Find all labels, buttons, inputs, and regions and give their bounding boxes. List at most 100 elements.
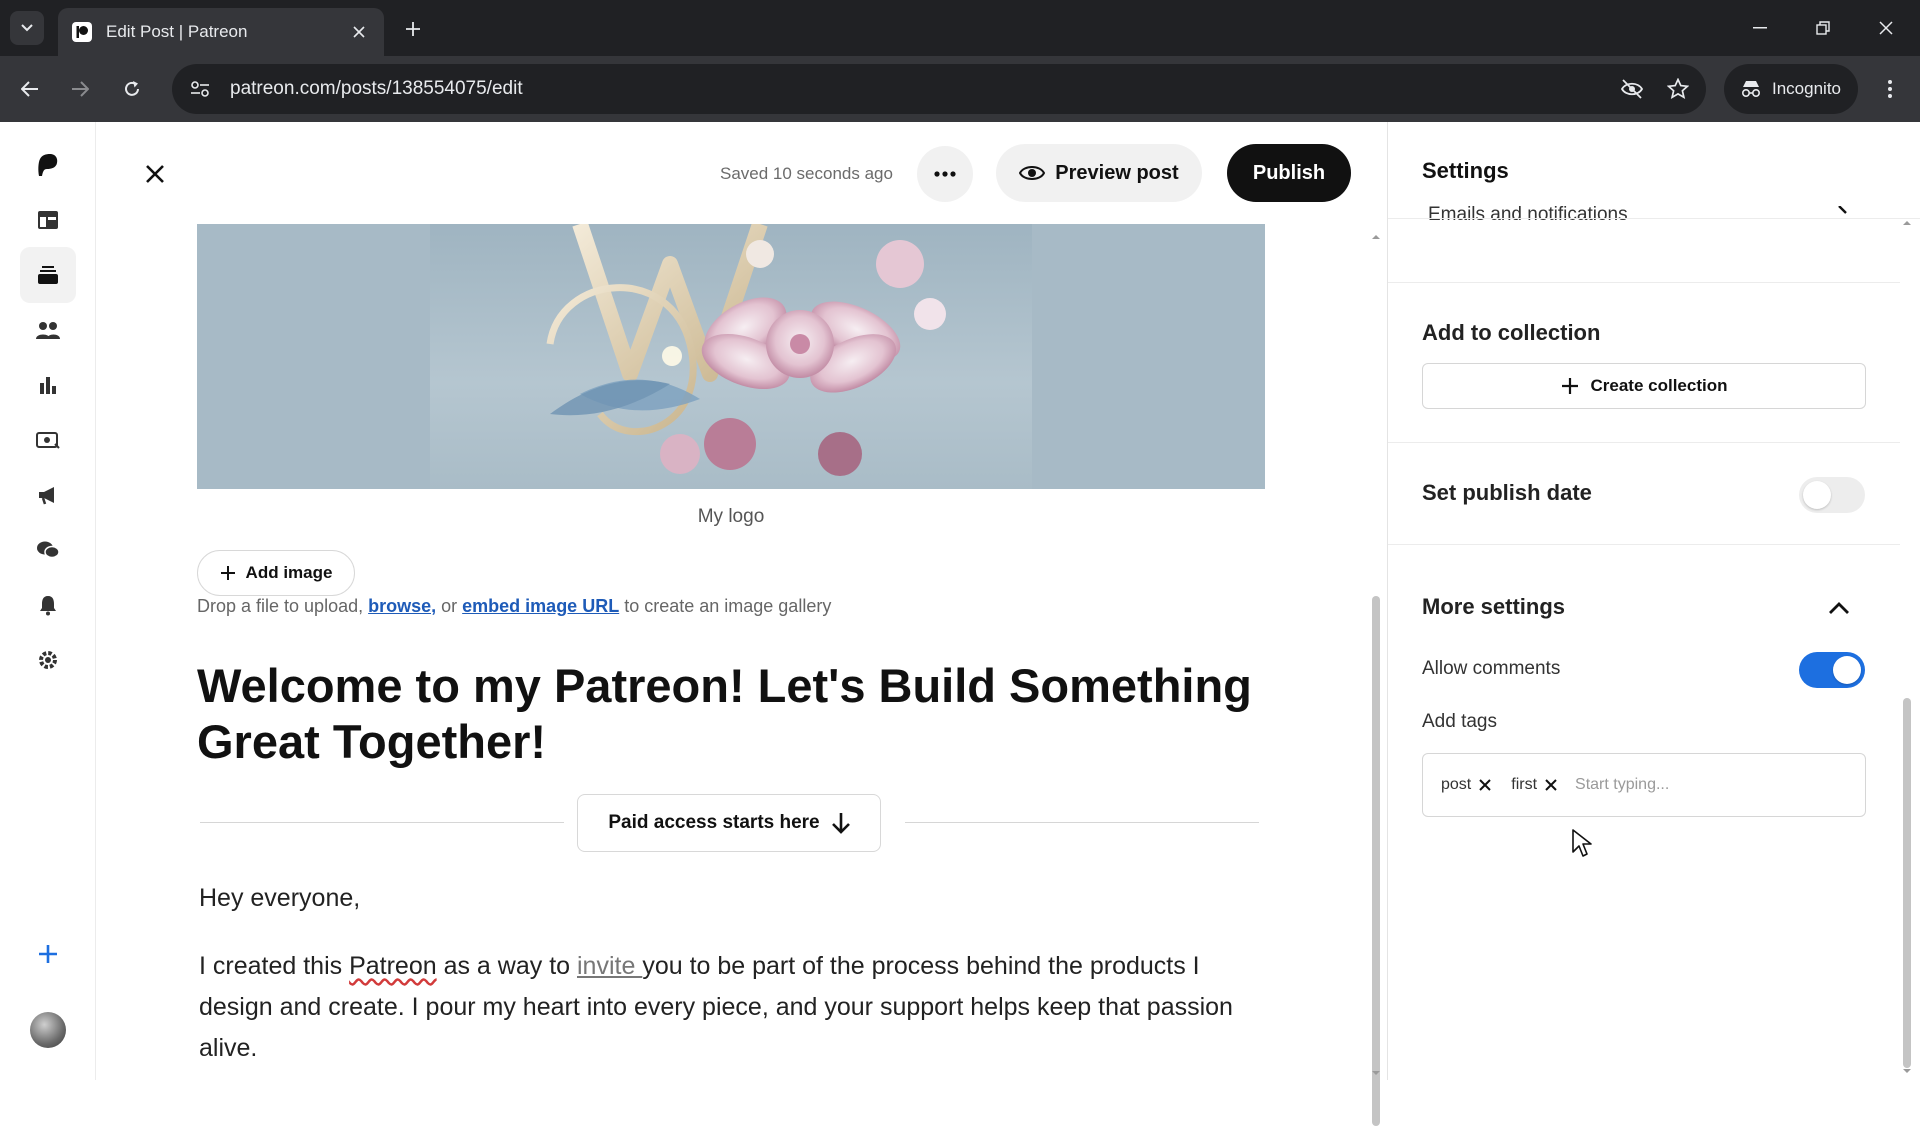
allow-comments-label: Allow comments bbox=[1422, 658, 1561, 679]
forward-button[interactable] bbox=[62, 71, 98, 107]
patreon-favicon-icon bbox=[72, 22, 92, 42]
toggle-knob bbox=[1833, 656, 1861, 684]
insights-icon[interactable] bbox=[20, 357, 76, 413]
add-to-collection-heading: Add to collection bbox=[1422, 320, 1601, 345]
post-body-paragraph[interactable]: I created this Patreon as a way to invit… bbox=[199, 946, 1269, 1069]
publish-button[interactable]: Publish bbox=[1227, 144, 1351, 202]
paid-access-marker[interactable]: Paid access starts here bbox=[577, 794, 881, 852]
editor-scrollbar[interactable] bbox=[1369, 232, 1383, 1126]
create-collection-label: Create collection bbox=[1590, 376, 1728, 395]
add-image-label: Add image bbox=[245, 563, 333, 582]
editor-scroll-thumb[interactable] bbox=[1372, 596, 1380, 1126]
tab-close-icon[interactable] bbox=[348, 21, 370, 43]
site-info-icon[interactable] bbox=[180, 69, 220, 109]
arrow-left-icon bbox=[21, 81, 38, 97]
tag-input-placeholder[interactable]: Start typing... bbox=[1575, 776, 1669, 794]
close-editor-icon[interactable] bbox=[139, 158, 171, 190]
back-button[interactable] bbox=[12, 71, 48, 107]
audience-icon[interactable] bbox=[20, 302, 76, 358]
section-divider bbox=[1388, 282, 1900, 283]
restore-icon bbox=[1816, 21, 1830, 35]
close-window-button[interactable] bbox=[1866, 10, 1906, 46]
promotions-megaphone-icon[interactable] bbox=[20, 467, 76, 523]
chevron-down-icon bbox=[21, 24, 33, 32]
plus-icon bbox=[220, 566, 235, 580]
bookmark-star-icon[interactable] bbox=[1660, 71, 1696, 107]
dashboard-icon[interactable] bbox=[20, 192, 76, 248]
paragraph-text: I created this bbox=[199, 952, 350, 980]
add-image-button[interactable]: Add image bbox=[197, 550, 355, 596]
post-greeting[interactable]: Hey everyone, bbox=[199, 878, 1269, 919]
remove-tag-icon[interactable] bbox=[1545, 779, 1557, 791]
eye-slash-icon[interactable] bbox=[1614, 71, 1650, 107]
chats-icon[interactable] bbox=[20, 522, 76, 578]
more-settings-heading[interactable]: More settings bbox=[1422, 594, 1565, 620]
save-status: Saved 10 seconds ago bbox=[720, 164, 893, 183]
browser-tab[interactable]: Edit Post | Patreon bbox=[58, 8, 384, 56]
misspelled-word[interactable]: Patreon bbox=[349, 952, 437, 980]
browse-link[interactable]: browse, bbox=[368, 596, 436, 616]
incognito-label: Incognito bbox=[1772, 79, 1841, 98]
scroll-up-icon bbox=[1903, 221, 1911, 225]
chevron-up-icon[interactable] bbox=[1828, 601, 1850, 615]
preview-post-button[interactable]: Preview post bbox=[996, 144, 1202, 202]
address-bar[interactable]: patreon.com/posts/138554075/edit bbox=[172, 64, 1706, 114]
settings-scrollbar[interactable] bbox=[1898, 218, 1916, 1080]
create-plus-icon[interactable] bbox=[20, 926, 76, 982]
vertical-dots-icon bbox=[1888, 80, 1892, 98]
post-title-input[interactable]: Welcome to my Patreon! Let's Build Somet… bbox=[197, 658, 1265, 770]
upload-hint-middle: or bbox=[436, 596, 463, 616]
tab-search-button[interactable] bbox=[10, 11, 44, 45]
settings-header-divider bbox=[1388, 218, 1920, 219]
reload-button[interactable] bbox=[114, 71, 150, 107]
post-header-image[interactable] bbox=[197, 224, 1265, 489]
upload-hint-prefix: Drop a file to upload, bbox=[197, 596, 369, 616]
emails-notifications-row[interactable]: Emails and notifications bbox=[1428, 204, 1628, 222]
tag-label: first bbox=[1511, 776, 1538, 793]
paywall-divider-left bbox=[200, 822, 564, 823]
paid-access-label: Paid access starts here bbox=[608, 812, 820, 833]
library-icon[interactable] bbox=[20, 247, 76, 303]
minimize-icon bbox=[1753, 27, 1767, 29]
reload-icon bbox=[125, 81, 139, 96]
preview-post-label: Preview post bbox=[1055, 161, 1179, 184]
allow-comments-toggle[interactable] bbox=[1799, 652, 1865, 688]
browser-menu-button[interactable] bbox=[1872, 71, 1908, 107]
restore-button[interactable] bbox=[1803, 10, 1843, 46]
post-editor: Saved 10 seconds ago Preview post Publis… bbox=[97, 122, 1387, 1126]
tag-chip: first bbox=[1505, 770, 1563, 800]
logo-artwork bbox=[430, 224, 1032, 489]
notifications-bell-icon[interactable] bbox=[20, 577, 76, 633]
add-tags-label: Add tags bbox=[1422, 711, 1497, 732]
eye-icon bbox=[1019, 166, 1046, 180]
publish-date-toggle[interactable] bbox=[1799, 477, 1865, 513]
incognito-icon bbox=[1741, 81, 1761, 98]
tags-input[interactable]: post first Start typing... bbox=[1422, 753, 1866, 817]
scroll-down-icon bbox=[1372, 1071, 1380, 1075]
tag-chip: post bbox=[1435, 770, 1497, 800]
settings-title: Settings bbox=[1422, 158, 1509, 183]
tag-label: post bbox=[1441, 776, 1472, 793]
url-text: patreon.com/posts/138554075/edit bbox=[230, 78, 523, 99]
minimize-button[interactable] bbox=[1740, 10, 1780, 46]
settings-gear-icon[interactable] bbox=[20, 632, 76, 688]
payouts-icon[interactable] bbox=[20, 412, 76, 468]
settings-scroll-thumb[interactable] bbox=[1903, 698, 1911, 1068]
more-dots-icon bbox=[934, 171, 956, 177]
create-collection-button[interactable]: Create collection bbox=[1422, 363, 1866, 409]
more-options-button[interactable] bbox=[917, 146, 973, 202]
toggle-knob bbox=[1803, 481, 1831, 509]
patreon-logo-icon[interactable] bbox=[20, 137, 76, 193]
avatar[interactable] bbox=[30, 1012, 66, 1048]
embed-image-url-link[interactable]: embed image URL bbox=[462, 596, 619, 616]
arrow-right-icon bbox=[72, 81, 89, 97]
remove-tag-icon[interactable] bbox=[1479, 779, 1491, 791]
scroll-up-icon bbox=[1372, 235, 1380, 239]
new-tab-button[interactable] bbox=[398, 14, 428, 44]
scroll-down-icon bbox=[1903, 1069, 1911, 1073]
arrow-down-icon bbox=[831, 813, 850, 834]
image-caption[interactable]: My logo bbox=[197, 506, 1265, 528]
plus-icon bbox=[406, 22, 420, 36]
underlined-word[interactable]: invite bbox=[577, 952, 642, 980]
incognito-indicator[interactable]: Incognito bbox=[1724, 64, 1858, 114]
